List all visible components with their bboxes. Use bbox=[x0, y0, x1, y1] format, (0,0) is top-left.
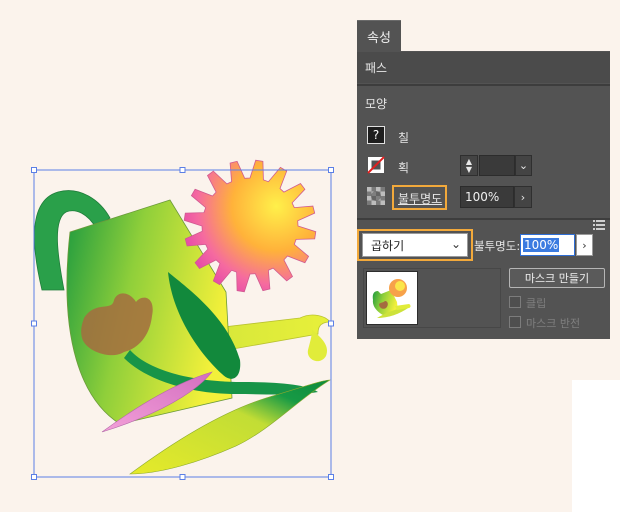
artwork-canvas[interactable] bbox=[0, 0, 355, 512]
selection-handle[interactable] bbox=[31, 474, 37, 480]
chevron-right-icon: › bbox=[520, 190, 526, 204]
transparency-checker-icon[interactable] bbox=[367, 187, 385, 205]
stroke-weight-input[interactable] bbox=[479, 155, 515, 176]
artwork-thumbnail[interactable] bbox=[366, 271, 418, 325]
make-mask-button[interactable]: 마스크 만들기 bbox=[509, 268, 605, 288]
section-divider bbox=[357, 84, 610, 86]
opacity-arrow-button[interactable]: › bbox=[514, 186, 532, 208]
section-path-label: 패스 bbox=[365, 61, 388, 75]
transparency-opacity-input[interactable]: 100% bbox=[520, 234, 575, 256]
invert-mask-checkbox[interactable] bbox=[509, 316, 521, 328]
selection-handle[interactable] bbox=[328, 167, 334, 173]
stroke-weight-dropdown[interactable]: ⌄ bbox=[515, 155, 532, 176]
selection-handle[interactable] bbox=[179, 167, 186, 173]
chevron-down-icon: ⌄ bbox=[450, 237, 461, 251]
selection-handle[interactable] bbox=[179, 474, 186, 480]
chevron-down-icon: ▼ bbox=[465, 164, 473, 174]
fill-label: 칠 bbox=[398, 131, 410, 145]
opacity-input[interactable]: 100% bbox=[460, 186, 514, 208]
fill-unknown-icon[interactable]: ? bbox=[367, 126, 385, 144]
stroke-weight-stepper[interactable]: ▲ ▼ bbox=[460, 155, 478, 176]
panel-menu-icon[interactable] bbox=[593, 220, 605, 230]
opacity-selected-text: 100% bbox=[523, 238, 560, 252]
chevron-right-icon: › bbox=[582, 238, 587, 252]
section-appearance-label: 모양 bbox=[365, 97, 388, 111]
invert-mask-label: 마스크 반전 bbox=[526, 317, 581, 330]
selection-handle[interactable] bbox=[31, 167, 37, 173]
stroke-none-icon[interactable] bbox=[367, 156, 385, 174]
popup-divider bbox=[357, 218, 610, 220]
selection-handle[interactable] bbox=[328, 474, 334, 480]
tab-properties[interactable]: 속성 bbox=[357, 20, 401, 52]
canvas-corner bbox=[572, 380, 620, 512]
selection-handle[interactable] bbox=[31, 320, 37, 327]
section-appearance-header: 모양 bbox=[357, 88, 610, 119]
selection-handle[interactable] bbox=[328, 320, 334, 327]
opacity-link[interactable]: 불투명도 bbox=[398, 190, 442, 207]
chevron-down-icon: ⌄ bbox=[518, 159, 529, 172]
blend-mode-select[interactable]: 곱하기 ⌄ bbox=[362, 233, 468, 257]
transparency-opacity-label: 불투명도: bbox=[474, 239, 521, 253]
blend-mode-value: 곱하기 bbox=[371, 238, 405, 253]
clip-label: 클립 bbox=[526, 297, 547, 310]
section-path-header: 패스 bbox=[357, 52, 610, 83]
clip-checkbox[interactable] bbox=[509, 296, 521, 308]
artwork-thumbnail-icon bbox=[372, 279, 411, 318]
stroke-label: 획 bbox=[398, 161, 410, 175]
transparency-opacity-arrow[interactable]: › bbox=[576, 234, 593, 256]
